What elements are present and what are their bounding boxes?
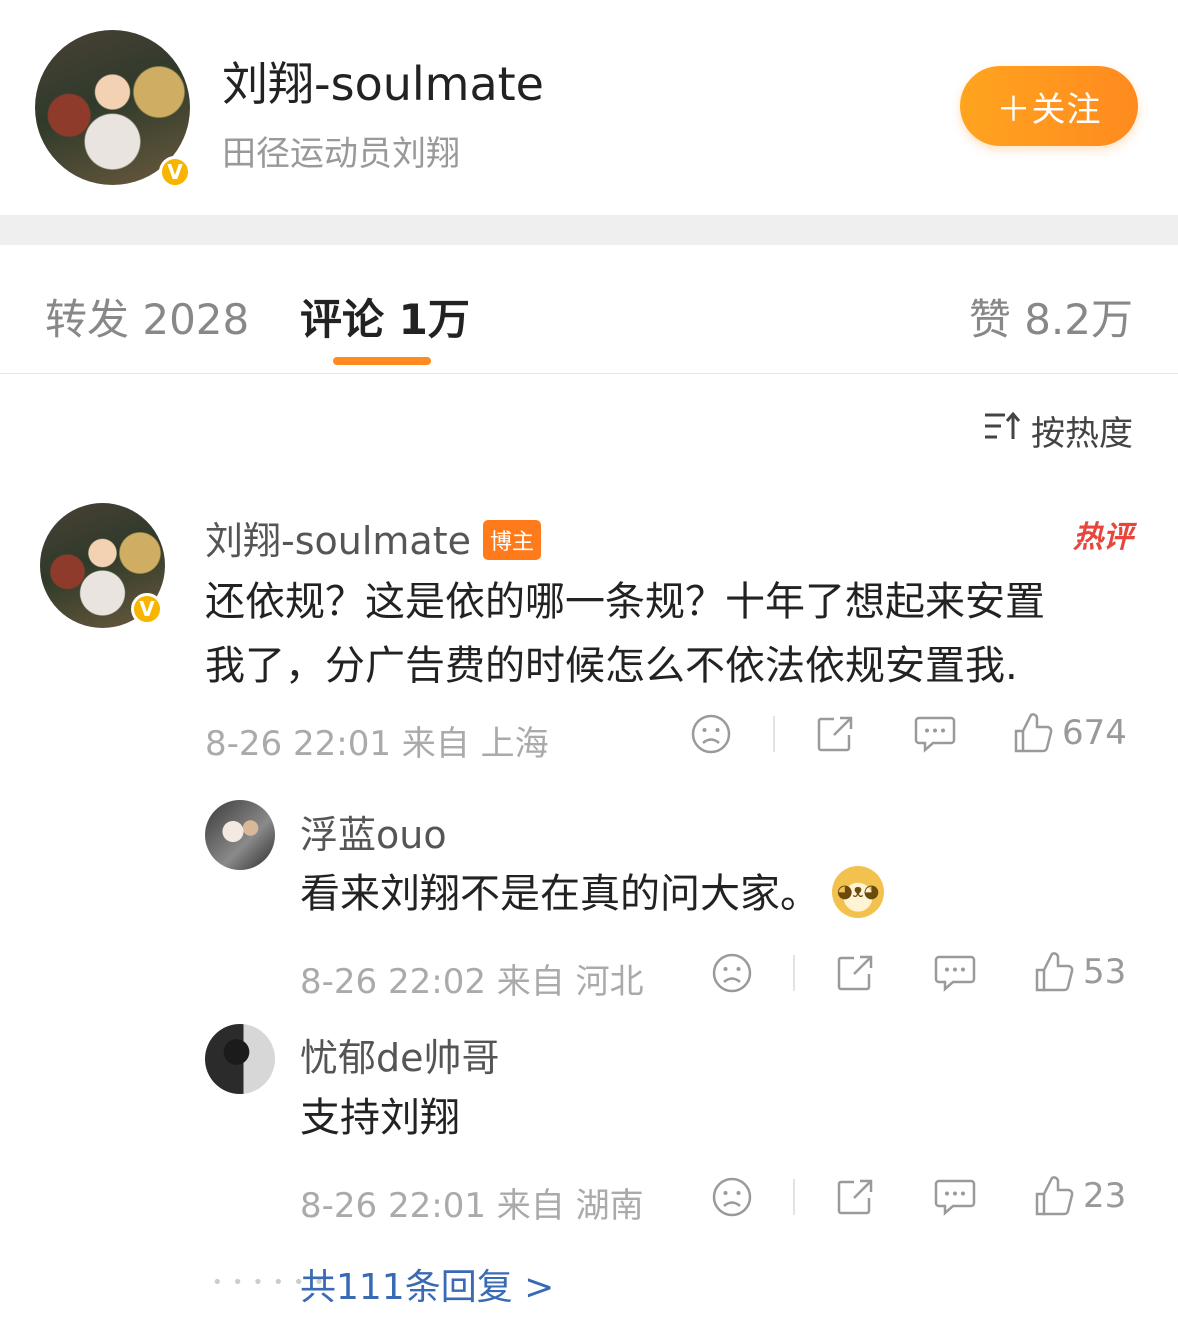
active-tab-indicator xyxy=(333,357,431,365)
sad-face-icon xyxy=(711,952,753,994)
section-separator xyxy=(0,215,1178,245)
comment-username-text[interactable]: 刘翔-soulmate xyxy=(205,519,471,563)
action-divider xyxy=(773,716,775,752)
like-count: 53 xyxy=(1083,952,1127,992)
action-divider xyxy=(793,955,795,991)
reply-button[interactable] xyxy=(933,952,977,994)
share-button[interactable] xyxy=(834,1176,876,1218)
profile-name[interactable]: 刘翔-soulmate xyxy=(222,48,544,114)
reply-text: 看来刘翔不是在真的问大家。 ◕ᴥ◕ xyxy=(300,862,884,926)
like-count: 23 xyxy=(1083,1176,1127,1216)
sort-label: 按热度 xyxy=(1031,414,1133,454)
sad-face-icon xyxy=(690,713,732,755)
more-replies-link[interactable]: 共111条回复 > xyxy=(300,1258,554,1310)
sad-face-icon xyxy=(711,1176,753,1218)
thumbs-up-icon xyxy=(1012,711,1054,755)
reply-button[interactable] xyxy=(933,1176,977,1218)
reply-button[interactable] xyxy=(913,713,957,755)
action-divider xyxy=(793,1179,795,1215)
owner-tag: 博主 xyxy=(482,519,541,560)
reply-avatar[interactable] xyxy=(205,1024,275,1094)
dislike-button[interactable] xyxy=(711,1176,753,1218)
like-count: 674 xyxy=(1062,713,1127,753)
reply-avatar[interactable] xyxy=(205,800,275,870)
comment-bubble-icon xyxy=(913,713,957,755)
reply-meta: 8-26 22:01 来自 湖南 xyxy=(300,1186,644,1226)
verified-badge-icon: V xyxy=(131,593,163,625)
dislike-button[interactable] xyxy=(690,713,732,755)
share-icon xyxy=(834,1176,876,1218)
comment-bubble-icon xyxy=(933,1176,977,1218)
comment-text: 还依规？这是依的哪一条规？十年了想起来安置 我了，分广告费的时候怎么不依法依规安… xyxy=(205,570,1145,698)
comment-username[interactable]: 刘翔-soulmate 博主 xyxy=(205,510,541,565)
comment-text-line-1: 还依规？这是依的哪一条规？十年了想起来安置 xyxy=(205,579,1045,625)
thumbs-up-icon xyxy=(1033,1174,1075,1218)
hot-comment-tag: 热评 xyxy=(1073,520,1133,555)
like-button[interactable]: 23 xyxy=(1033,1174,1126,1218)
sort-button[interactable]: 按热度 xyxy=(983,406,1133,455)
share-button[interactable] xyxy=(814,713,856,755)
comment-bubble-icon xyxy=(933,952,977,994)
share-button[interactable] xyxy=(834,952,876,994)
dislike-button[interactable] xyxy=(711,952,753,994)
share-icon xyxy=(814,713,856,755)
tab-like[interactable]: 赞 8.2万 xyxy=(969,286,1133,347)
like-button[interactable]: 53 xyxy=(1033,950,1126,994)
tab-comment[interactable]: 评论 1万 xyxy=(300,286,470,347)
tabs-divider xyxy=(0,373,1178,374)
thumbs-up-icon xyxy=(1033,950,1075,994)
sort-icon xyxy=(983,409,1021,452)
reply-username[interactable]: 浮蓝ouo xyxy=(300,804,447,859)
tab-repost[interactable]: 转发 2028 xyxy=(45,286,249,347)
reply-username[interactable]: 忧郁de帅哥 xyxy=(300,1027,500,1082)
reply-text: 支持刘翔 xyxy=(300,1095,460,1141)
comment-meta: 8-26 22:01 来自 上海 xyxy=(205,724,549,764)
reply-text-content: 看来刘翔不是在真的问大家。 xyxy=(300,871,820,917)
doge-emoji-icon: ◕ᴥ◕ xyxy=(832,866,884,918)
comment-text-line-2: 我了，分广告费的时候怎么不依法依规安置我. xyxy=(205,643,1018,689)
share-icon xyxy=(834,952,876,994)
reply-meta: 8-26 22:02 来自 河北 xyxy=(300,962,644,1002)
like-button[interactable]: 674 xyxy=(1012,711,1127,755)
profile-bio: 田径运动员刘翔 xyxy=(222,134,460,174)
follow-button[interactable]: ＋关注 xyxy=(960,66,1138,146)
verified-badge-icon: V xyxy=(159,156,191,188)
